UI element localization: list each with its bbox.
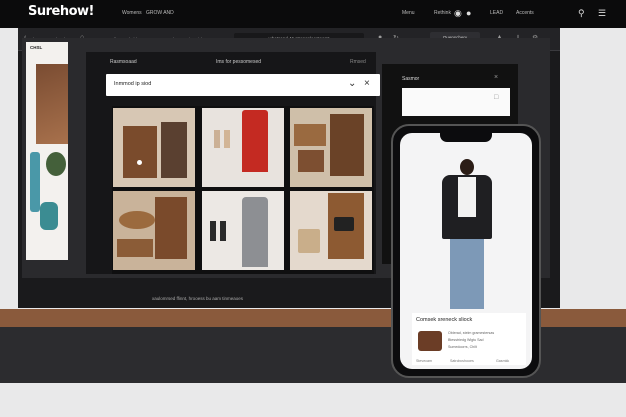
menu-icon[interactable]: ☰ bbox=[598, 8, 606, 19]
phone-foot-3[interactable]: Gasmkk bbox=[496, 359, 509, 363]
panel-aside: Rmsed bbox=[350, 59, 366, 65]
site-header: Surehow! Womens GROW AND Menu Rethink LE… bbox=[0, 0, 626, 28]
page-footer-text: xaulomrsed ffinnt, hrooess bu aam tinmea… bbox=[152, 296, 243, 301]
site-logo[interactable]: Surehow! bbox=[28, 4, 94, 19]
product-tile-grey-coat[interactable] bbox=[202, 191, 284, 270]
phone-line-1: Oblerad, stelm gramestersas bbox=[448, 331, 495, 335]
phone-notch bbox=[440, 133, 492, 142]
product-tile-hat[interactable] bbox=[113, 191, 195, 270]
product-tile-shelves[interactable] bbox=[290, 108, 372, 187]
category-select[interactable]: Inmmod ip siod ⌄ × bbox=[106, 74, 380, 96]
chevron-down-icon[interactable]: ⌄ bbox=[348, 78, 356, 89]
nav-item-5[interactable]: LEAD bbox=[490, 10, 503, 16]
nav-item-4[interactable]: Rethink bbox=[434, 10, 451, 16]
nav-item-2[interactable]: GROW AND bbox=[146, 10, 174, 16]
side-card-preview: □ bbox=[402, 88, 510, 116]
nav-item-6[interactable]: Accents bbox=[516, 10, 534, 16]
expand-icon[interactable]: □ bbox=[494, 94, 498, 101]
close-icon[interactable]: × bbox=[494, 74, 498, 81]
nav-item-3[interactable]: Menu bbox=[402, 10, 415, 16]
plant-photo bbox=[46, 152, 66, 176]
side-card-title: Sasmor bbox=[402, 76, 420, 82]
product-tile-red-coat[interactable] bbox=[202, 108, 284, 187]
left-lifestyle-image: CHSL bbox=[26, 42, 68, 260]
product-panel: Rasmsoaad Ims for pessomesed Rmsed Inmmo… bbox=[86, 52, 380, 274]
staircase-photo bbox=[36, 64, 68, 144]
phone-card-title: Comsek sreneck sliock bbox=[416, 317, 473, 323]
pot-photo bbox=[40, 202, 58, 230]
close-icon[interactable]: × bbox=[364, 78, 370, 89]
nav-item-1[interactable]: Womens bbox=[122, 10, 142, 16]
phone-mockup: Comsek sreneck sliock Oblerad, stelm gra… bbox=[391, 124, 541, 378]
phone-foot-1[interactable]: Stevecam bbox=[416, 359, 432, 363]
vase-photo bbox=[30, 152, 40, 212]
phone-screen: Comsek sreneck sliock Oblerad, stelm gra… bbox=[400, 133, 532, 369]
product-tile-bags[interactable] bbox=[290, 191, 372, 270]
bag-icon[interactable]: ◉ bbox=[454, 8, 462, 19]
select-value: Inmmod ip siod bbox=[114, 81, 152, 87]
model-head bbox=[460, 159, 474, 175]
user-icon[interactable]: ● bbox=[466, 8, 471, 18]
model-jeans bbox=[450, 239, 484, 309]
product-tile-cabinet[interactable] bbox=[113, 108, 195, 187]
product-grid bbox=[112, 106, 374, 274]
phone-line-2: Btesstriedg Wigtu Sad bbox=[448, 338, 484, 342]
left-header: CHSL bbox=[30, 45, 43, 50]
search-icon[interactable]: ⚲ bbox=[578, 8, 585, 19]
panel-title: Rasmsoaad bbox=[110, 59, 137, 65]
phone-foot-2[interactable]: Satrcbcshooes bbox=[450, 359, 474, 363]
phone-product-card[interactable]: Comsek sreneck sliock Oblerad, stelm gra… bbox=[412, 313, 526, 365]
model-shirt bbox=[458, 177, 476, 217]
bag-thumbnail bbox=[418, 331, 442, 351]
phone-line-3: Sumedoorrs, Chilt bbox=[448, 345, 477, 349]
panel-subtitle: Ims for pessomesed bbox=[216, 59, 262, 65]
